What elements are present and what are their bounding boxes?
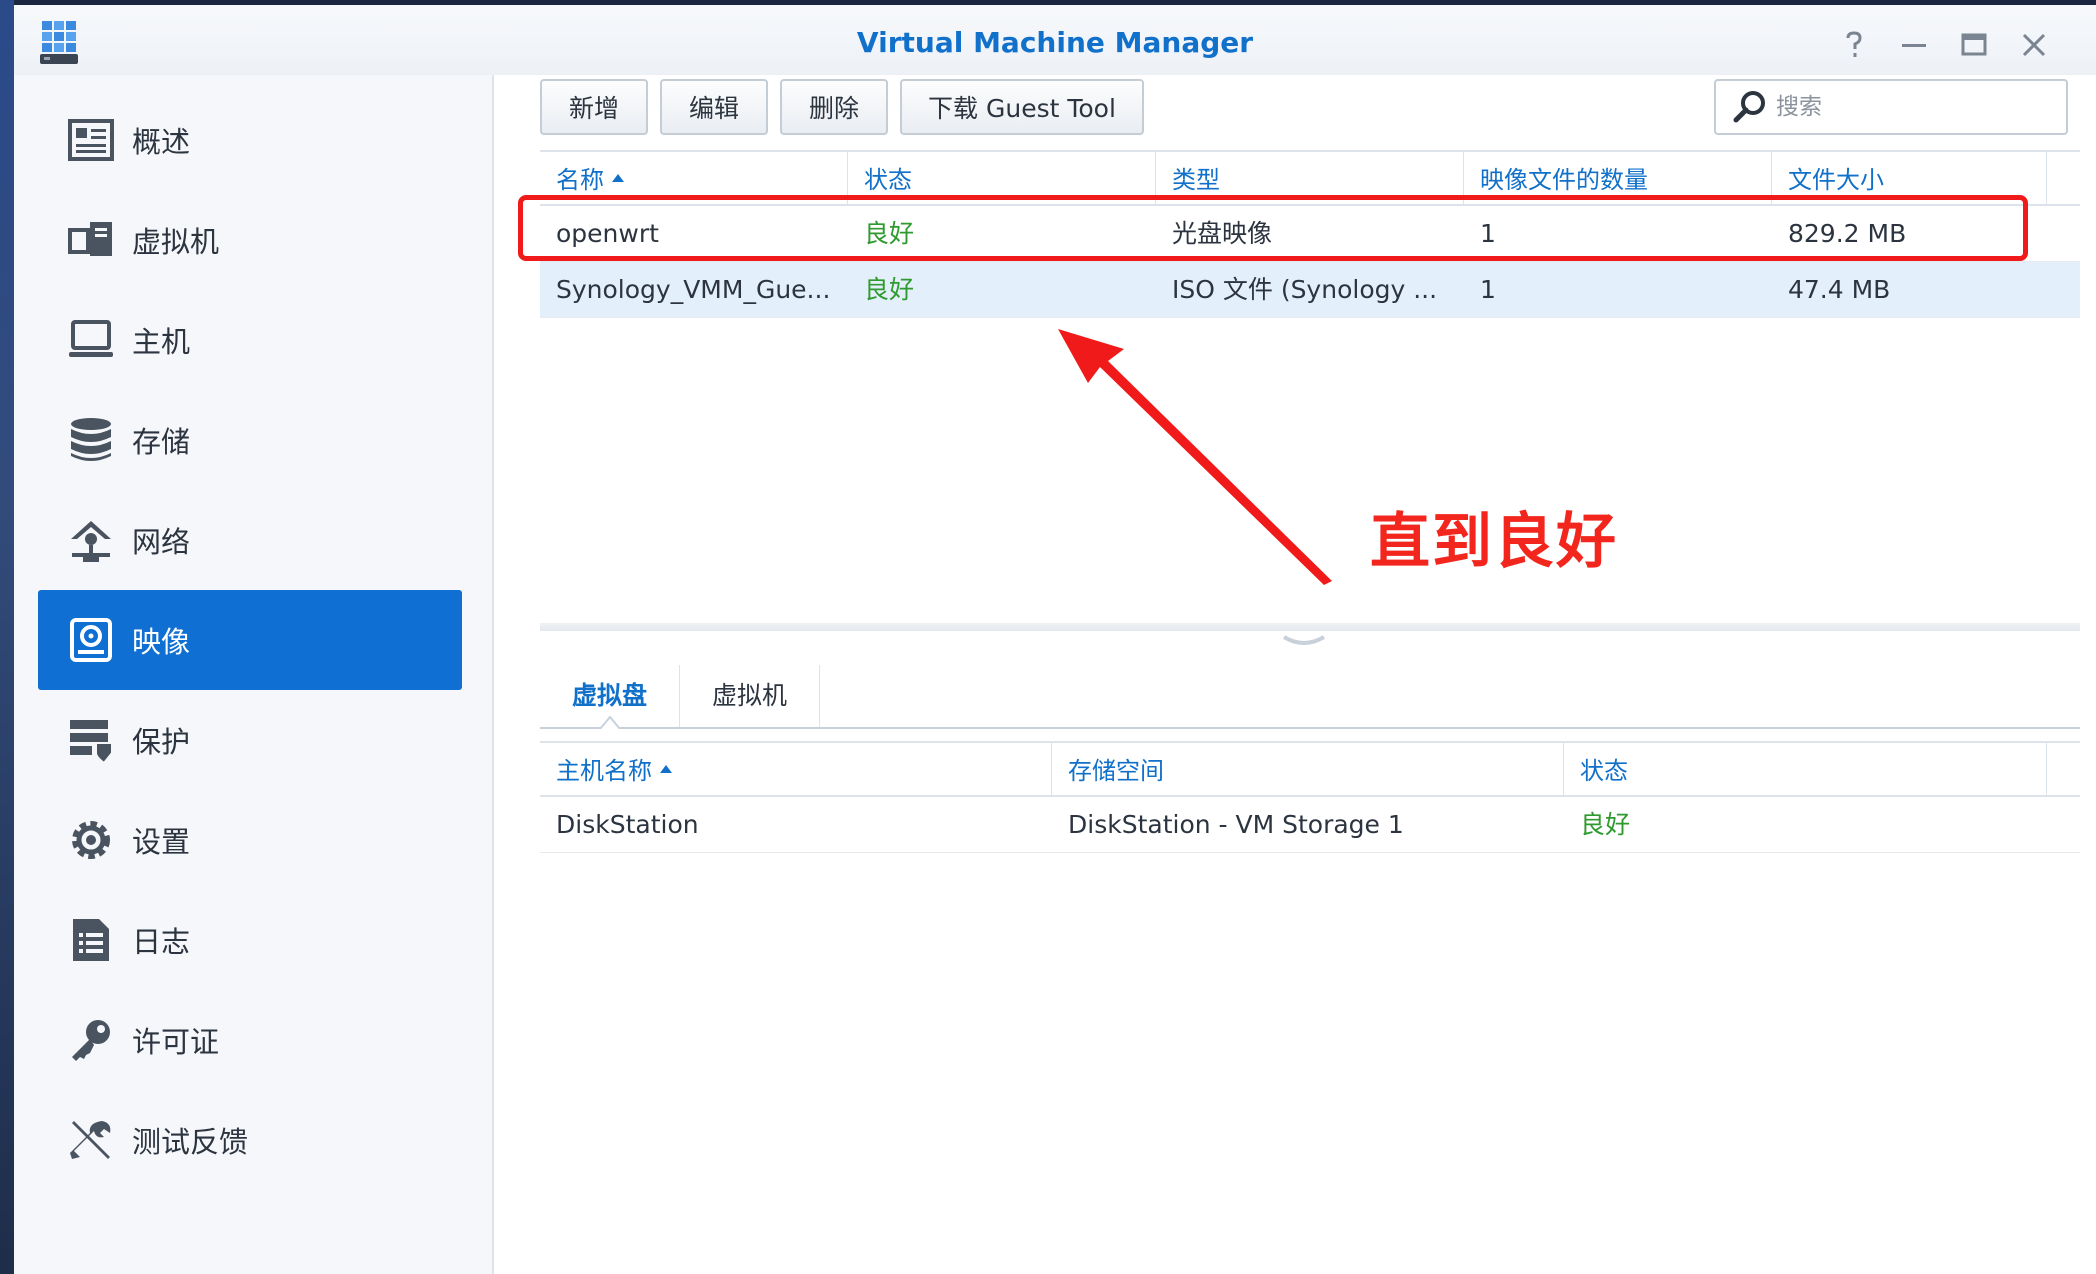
sidebar-item-settings[interactable]: 设置 [38,790,462,890]
sidebar-item-feedback[interactable]: 测试反馈 [38,1090,462,1190]
image-status: 良好 [864,275,915,304]
pane-splitter[interactable] [540,623,2080,631]
storage-status: 良好 [1580,810,1631,839]
column-header-label: 名称 [556,166,604,194]
sidebar-item-virtual-machine[interactable]: 虚拟机 [38,190,462,290]
sidebar-item-label: 保护 [132,725,191,759]
download-guest-tool-button[interactable]: 下载 Guest Tool [900,79,1144,135]
image-name: Synology_VMM_Gue... [556,275,831,304]
tools-icon [66,1115,116,1165]
active-tab-indicator [600,715,620,729]
sidebar-item-label: 设置 [132,825,191,859]
column-header-status[interactable]: 状态 [1564,743,2047,795]
sort-ascending-icon [612,174,624,182]
search-input[interactable] [1776,94,2056,120]
close-icon[interactable] [2016,27,2052,63]
annotation-highlight-box [518,195,2028,261]
sidebar-item-license[interactable]: 许可证 [38,990,462,1090]
column-header-storage[interactable]: 存储空间 [1052,743,1564,795]
sidebar-item-label: 网络 [132,525,191,559]
storage-icon [66,415,116,465]
image-icon [66,615,116,665]
sidebar-item-label: 存储 [132,425,191,459]
sidebar-item-protection[interactable]: 保护 [38,690,462,790]
image-file-count: 1 [1480,275,1496,304]
sidebar: 概述 虚拟机 主机 存储 网络 映像 保护 设置 日志 许可证 测试反馈 [14,75,494,1274]
network-icon [66,515,116,565]
host-icon [66,315,116,365]
search-box[interactable] [1714,79,2068,135]
sidebar-item-label: 概述 [132,125,191,159]
sidebar-item-overview[interactable]: 概述 [38,90,462,190]
minimize-icon[interactable] [1896,27,1932,63]
image-type: ISO 文件 (Synology ... [1172,275,1438,304]
help-icon[interactable] [1836,27,1872,63]
sidebar-item-label: 虚拟机 [132,225,220,259]
sidebar-item-log[interactable]: 日志 [38,890,462,990]
tab-virtual-machine[interactable]: 虚拟机 [680,665,820,727]
title-bar[interactable]: Virtual Machine Manager [14,5,2096,75]
sidebar-item-label: 日志 [132,925,191,959]
sidebar-item-label: 许可证 [132,1025,220,1059]
sidebar-item-label: 测试反馈 [132,1125,249,1159]
sidebar-item-label: 映像 [132,625,191,659]
virtual-machine-icon [66,215,116,265]
column-header-host-name[interactable]: 主机名称 [540,743,1052,795]
gear-icon [66,815,116,865]
storage-name: DiskStation - VM Storage 1 [1068,810,1404,839]
image-file-size: 47.4 MB [1788,275,1891,304]
chevron-down-icon[interactable] [1282,633,1326,649]
detail-tabs: 虚拟盘 虚拟机 [540,665,2080,729]
edit-button[interactable]: 编辑 [660,79,768,135]
sidebar-item-network[interactable]: 网络 [38,490,462,590]
maximize-icon[interactable] [1956,27,1992,63]
annotation-text: 直到良好 [1370,507,1618,577]
host-name: DiskStation [556,810,699,839]
window-title: Virtual Machine Manager [856,26,1254,59]
detail-table-header: 主机名称 存储空间 状态 [540,741,2080,797]
sort-ascending-icon [660,765,672,773]
overview-icon [66,115,116,165]
desktop-background [0,0,14,1274]
sidebar-item-storage[interactable]: 存储 [38,390,462,490]
key-icon [66,1015,116,1065]
table-row[interactable]: DiskStation DiskStation - VM Storage 1 良… [540,797,2080,853]
sidebar-item-host[interactable]: 主机 [38,290,462,390]
search-icon [1733,91,1765,123]
protection-icon [66,715,116,765]
add-button[interactable]: 新增 [540,79,648,135]
vmm-window: Virtual Machine Manager 概述 虚拟机 主机 存储 网络 … [14,5,2096,1274]
table-row[interactable]: Synology_VMM_Gue... 良好 ISO 文件 (Synology … [540,262,2080,318]
annotation-arrow-icon [1058,329,1332,585]
sidebar-item-label: 主机 [132,325,191,359]
delete-button[interactable]: 删除 [780,79,888,135]
sidebar-item-image[interactable]: 映像 [38,590,462,690]
log-icon [66,915,116,965]
column-header-label: 主机名称 [556,757,652,785]
